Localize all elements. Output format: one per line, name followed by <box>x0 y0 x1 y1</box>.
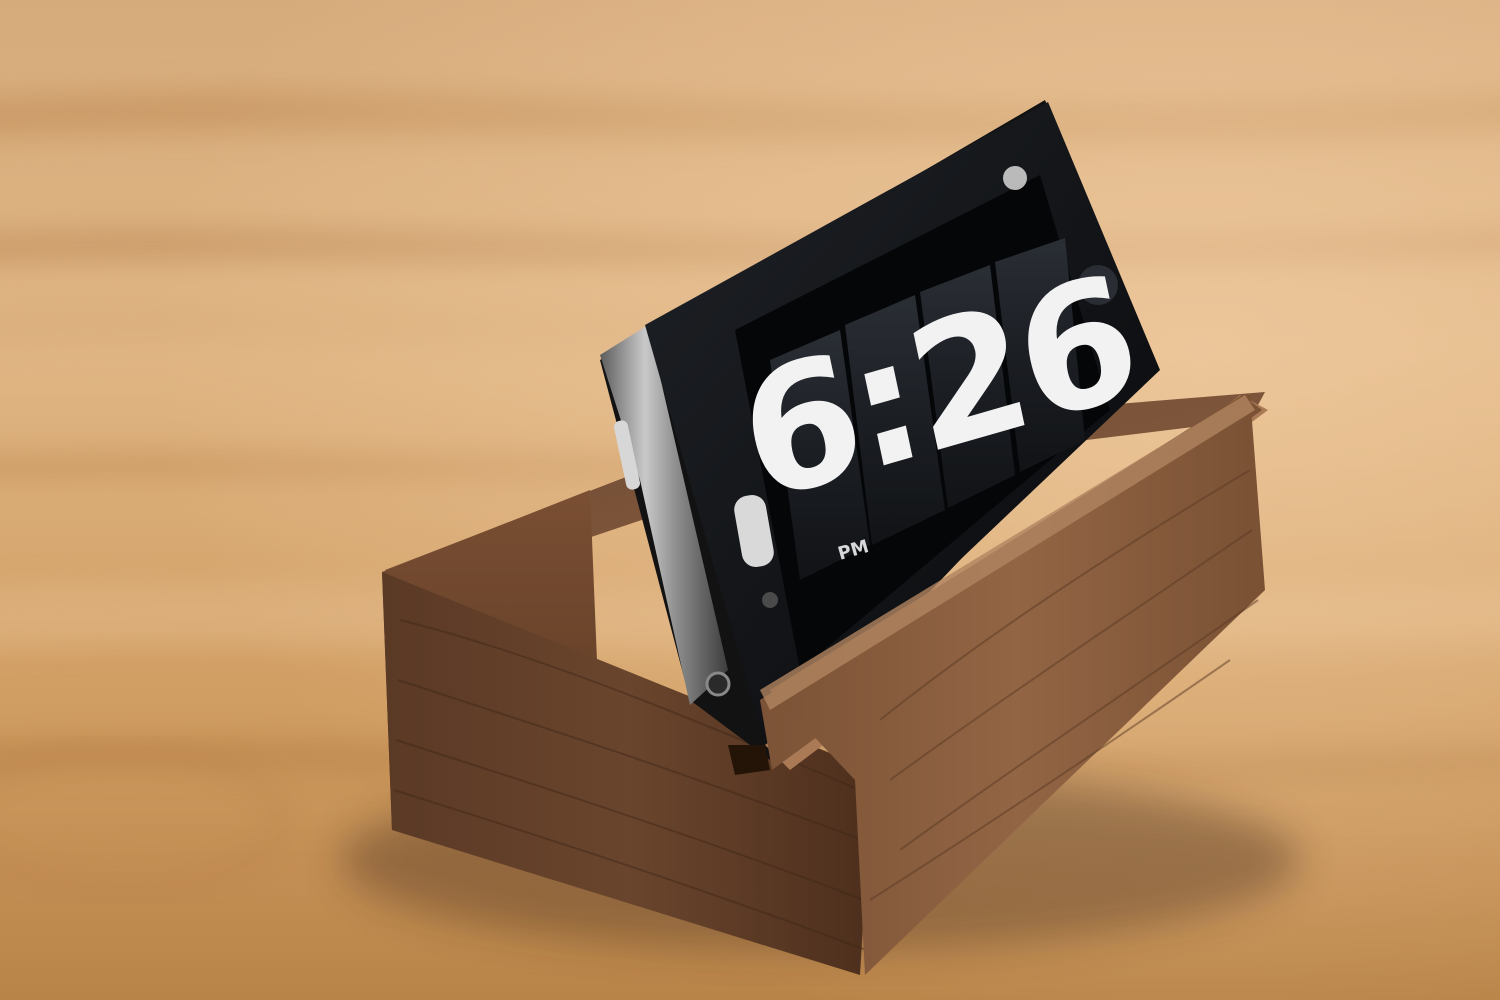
camera-icon <box>1003 166 1027 190</box>
headphone-jack-icon <box>705 671 731 697</box>
photo-illustration: 6:26 PM <box>0 0 1500 1000</box>
mic-icon <box>762 592 778 608</box>
photo-scene: 6:26 PM <box>0 0 1500 1000</box>
